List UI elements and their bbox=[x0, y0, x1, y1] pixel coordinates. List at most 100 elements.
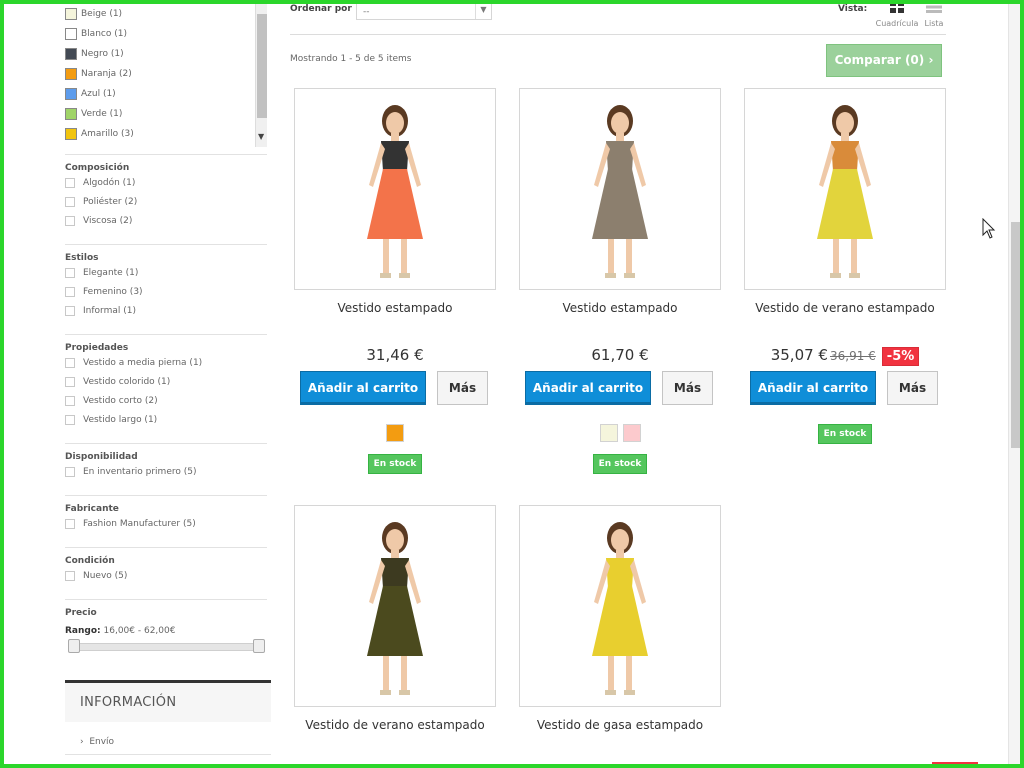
product-image[interactable] bbox=[519, 505, 721, 707]
color-filter-label: Naranja (2) bbox=[81, 69, 132, 79]
checkbox[interactable] bbox=[65, 197, 75, 207]
page-scrollbar[interactable] bbox=[1008, 4, 1020, 764]
filter-option-label: Poliéster (2) bbox=[83, 197, 138, 207]
stock-badge: En stock bbox=[818, 424, 872, 444]
filter-checkbox-option[interactable]: Vestido a media pierna (1) bbox=[65, 357, 202, 369]
color-swatch[interactable] bbox=[599, 424, 618, 442]
filter-checkbox-option[interactable]: Informal (1) bbox=[65, 305, 136, 317]
color-list-scroll-thumb[interactable] bbox=[257, 14, 267, 118]
checkbox[interactable] bbox=[65, 216, 75, 226]
sort-label: Ordenar por bbox=[290, 4, 352, 14]
filter-option-label: Vestido largo (1) bbox=[83, 415, 158, 425]
filter-checkbox-option[interactable]: Vestido corto (2) bbox=[65, 395, 158, 407]
chevron-right-icon: › bbox=[928, 53, 934, 67]
dress-model-illustration bbox=[367, 522, 423, 695]
filter-checkbox-option[interactable]: En inventario primero (5) bbox=[65, 466, 196, 478]
chevron-right-icon: › bbox=[80, 737, 84, 747]
product-name-link[interactable]: Vestido de verano estampado bbox=[744, 301, 946, 315]
color-swatch[interactable] bbox=[386, 424, 404, 442]
checkbox[interactable] bbox=[65, 306, 75, 316]
info-link-envio[interactable]: › Envío bbox=[80, 737, 114, 747]
product-name-link[interactable]: Vestido de gasa estampado bbox=[519, 718, 721, 732]
more-button[interactable]: Más bbox=[437, 371, 488, 405]
color-filter-option[interactable]: Blanco (1) bbox=[65, 27, 127, 41]
view-grid-label: Cuadrícula bbox=[875, 19, 919, 28]
filter-divider bbox=[65, 154, 267, 155]
checkbox[interactable] bbox=[65, 178, 75, 188]
add-to-cart-button[interactable]: Añadir al carrito bbox=[300, 371, 426, 405]
filter-checkbox-option[interactable]: Viscosa (2) bbox=[65, 215, 132, 227]
filter-option-label: Vestido corto (2) bbox=[83, 396, 158, 406]
scroll-down-arrow-icon[interactable]: ▼ bbox=[258, 133, 264, 141]
color-filter-option[interactable]: Amarillo (3) bbox=[65, 127, 134, 141]
checkbox[interactable] bbox=[65, 358, 75, 368]
product-image[interactable] bbox=[744, 88, 946, 290]
divider bbox=[290, 34, 946, 35]
list-view-icon bbox=[926, 5, 942, 13]
checkbox[interactable] bbox=[65, 519, 75, 529]
product-price: 35,07 € bbox=[770, 346, 828, 364]
product-image[interactable] bbox=[294, 505, 496, 707]
sort-select-value: -- bbox=[363, 7, 370, 17]
product-color-swatches bbox=[519, 424, 721, 442]
checkbox[interactable] bbox=[65, 268, 75, 278]
checkbox[interactable] bbox=[65, 287, 75, 297]
filter-checkbox-option[interactable]: Poliéster (2) bbox=[65, 196, 137, 208]
more-button[interactable]: Más bbox=[662, 371, 713, 405]
filter-option-label: Informal (1) bbox=[83, 306, 136, 316]
filter-checkbox-option[interactable]: Elegante (1) bbox=[65, 267, 138, 279]
checkbox[interactable] bbox=[65, 467, 75, 477]
filter-option-label: Vestido colorido (1) bbox=[83, 377, 171, 387]
filter-group-title: Estilos bbox=[65, 253, 99, 263]
product-image[interactable] bbox=[519, 88, 721, 290]
view-list-button[interactable]: Lista bbox=[922, 4, 946, 28]
chevron-down-icon: ▼ bbox=[475, 4, 491, 19]
product-price: 61,70 € bbox=[591, 346, 649, 364]
color-filter-list[interactable]: Beige (1) Blanco (1) Negro (1) Naranja (2) A… bbox=[65, 4, 271, 147]
filter-group-title: Propiedades bbox=[65, 343, 129, 353]
filter-checkbox-option[interactable]: Vestido colorido (1) bbox=[65, 376, 170, 388]
filter-option-label: En inventario primero (5) bbox=[83, 467, 197, 477]
info-block-header: INFORMACIÓN bbox=[65, 680, 271, 722]
checkbox[interactable] bbox=[65, 377, 75, 387]
product-price-row: 61,70 € bbox=[519, 345, 721, 364]
product-image[interactable] bbox=[294, 88, 496, 290]
add-to-cart-button[interactable]: Añadir al carrito bbox=[525, 371, 651, 405]
compare-button[interactable]: Comparar (0) › bbox=[826, 44, 942, 77]
add-to-cart-button[interactable]: Añadir al carrito bbox=[750, 371, 876, 405]
color-filter-option[interactable]: Beige (1) bbox=[65, 7, 122, 21]
color-list-scrollbar[interactable]: ▼ bbox=[255, 4, 267, 147]
color-filter-label: Beige (1) bbox=[81, 9, 123, 19]
view-label: Vista: bbox=[838, 4, 868, 14]
browser-viewport: Beige (1) Blanco (1) Negro (1) Naranja (2) A… bbox=[4, 4, 1020, 764]
product-name-link[interactable]: Vestido de verano estampado bbox=[294, 718, 496, 732]
view-grid-button[interactable]: Cuadrícula bbox=[872, 4, 922, 28]
checkbox[interactable] bbox=[65, 396, 75, 406]
product-name-link[interactable]: Vestido estampado bbox=[294, 301, 496, 315]
product-name-link[interactable]: Vestido estampado bbox=[519, 301, 721, 315]
color-swatch[interactable] bbox=[622, 424, 641, 442]
results-count: Mostrando 1 - 5 de 5 items bbox=[290, 54, 412, 64]
color-filter-option[interactable]: Negro (1) bbox=[65, 47, 124, 61]
price-slider-track[interactable] bbox=[73, 643, 259, 651]
filter-checkbox-option[interactable]: Nuevo (5) bbox=[65, 570, 127, 582]
sort-select[interactable]: -- ▼ bbox=[356, 4, 492, 20]
color-filter-option[interactable]: Verde (1) bbox=[65, 107, 122, 121]
filter-checkbox-option[interactable]: Algodón (1) bbox=[65, 177, 135, 189]
checkbox[interactable] bbox=[65, 415, 75, 425]
checkbox[interactable] bbox=[65, 571, 75, 581]
more-button[interactable]: Más bbox=[887, 371, 938, 405]
page-scroll-thumb[interactable] bbox=[1011, 222, 1020, 448]
color-filter-option[interactable]: Naranja (2) bbox=[65, 67, 132, 81]
color-filter-option[interactable]: Azul (1) bbox=[65, 87, 116, 101]
filter-sidebar: Beige (1) Blanco (1) Negro (1) Naranja (2) A… bbox=[65, 4, 271, 764]
filter-group-title: Fabricante bbox=[65, 504, 119, 514]
discount-badge: -5% bbox=[881, 347, 920, 366]
dress-model-illustration bbox=[367, 105, 423, 278]
filter-checkbox-option[interactable]: Fashion Manufacturer (5) bbox=[65, 518, 196, 530]
filter-checkbox-option[interactable]: Femenino (3) bbox=[65, 286, 143, 298]
filter-checkbox-option[interactable]: Vestido largo (1) bbox=[65, 414, 157, 426]
color-filter-label: Blanco (1) bbox=[81, 29, 127, 39]
price-slider-max-handle[interactable] bbox=[253, 639, 265, 653]
price-slider-min-handle[interactable] bbox=[68, 639, 80, 653]
